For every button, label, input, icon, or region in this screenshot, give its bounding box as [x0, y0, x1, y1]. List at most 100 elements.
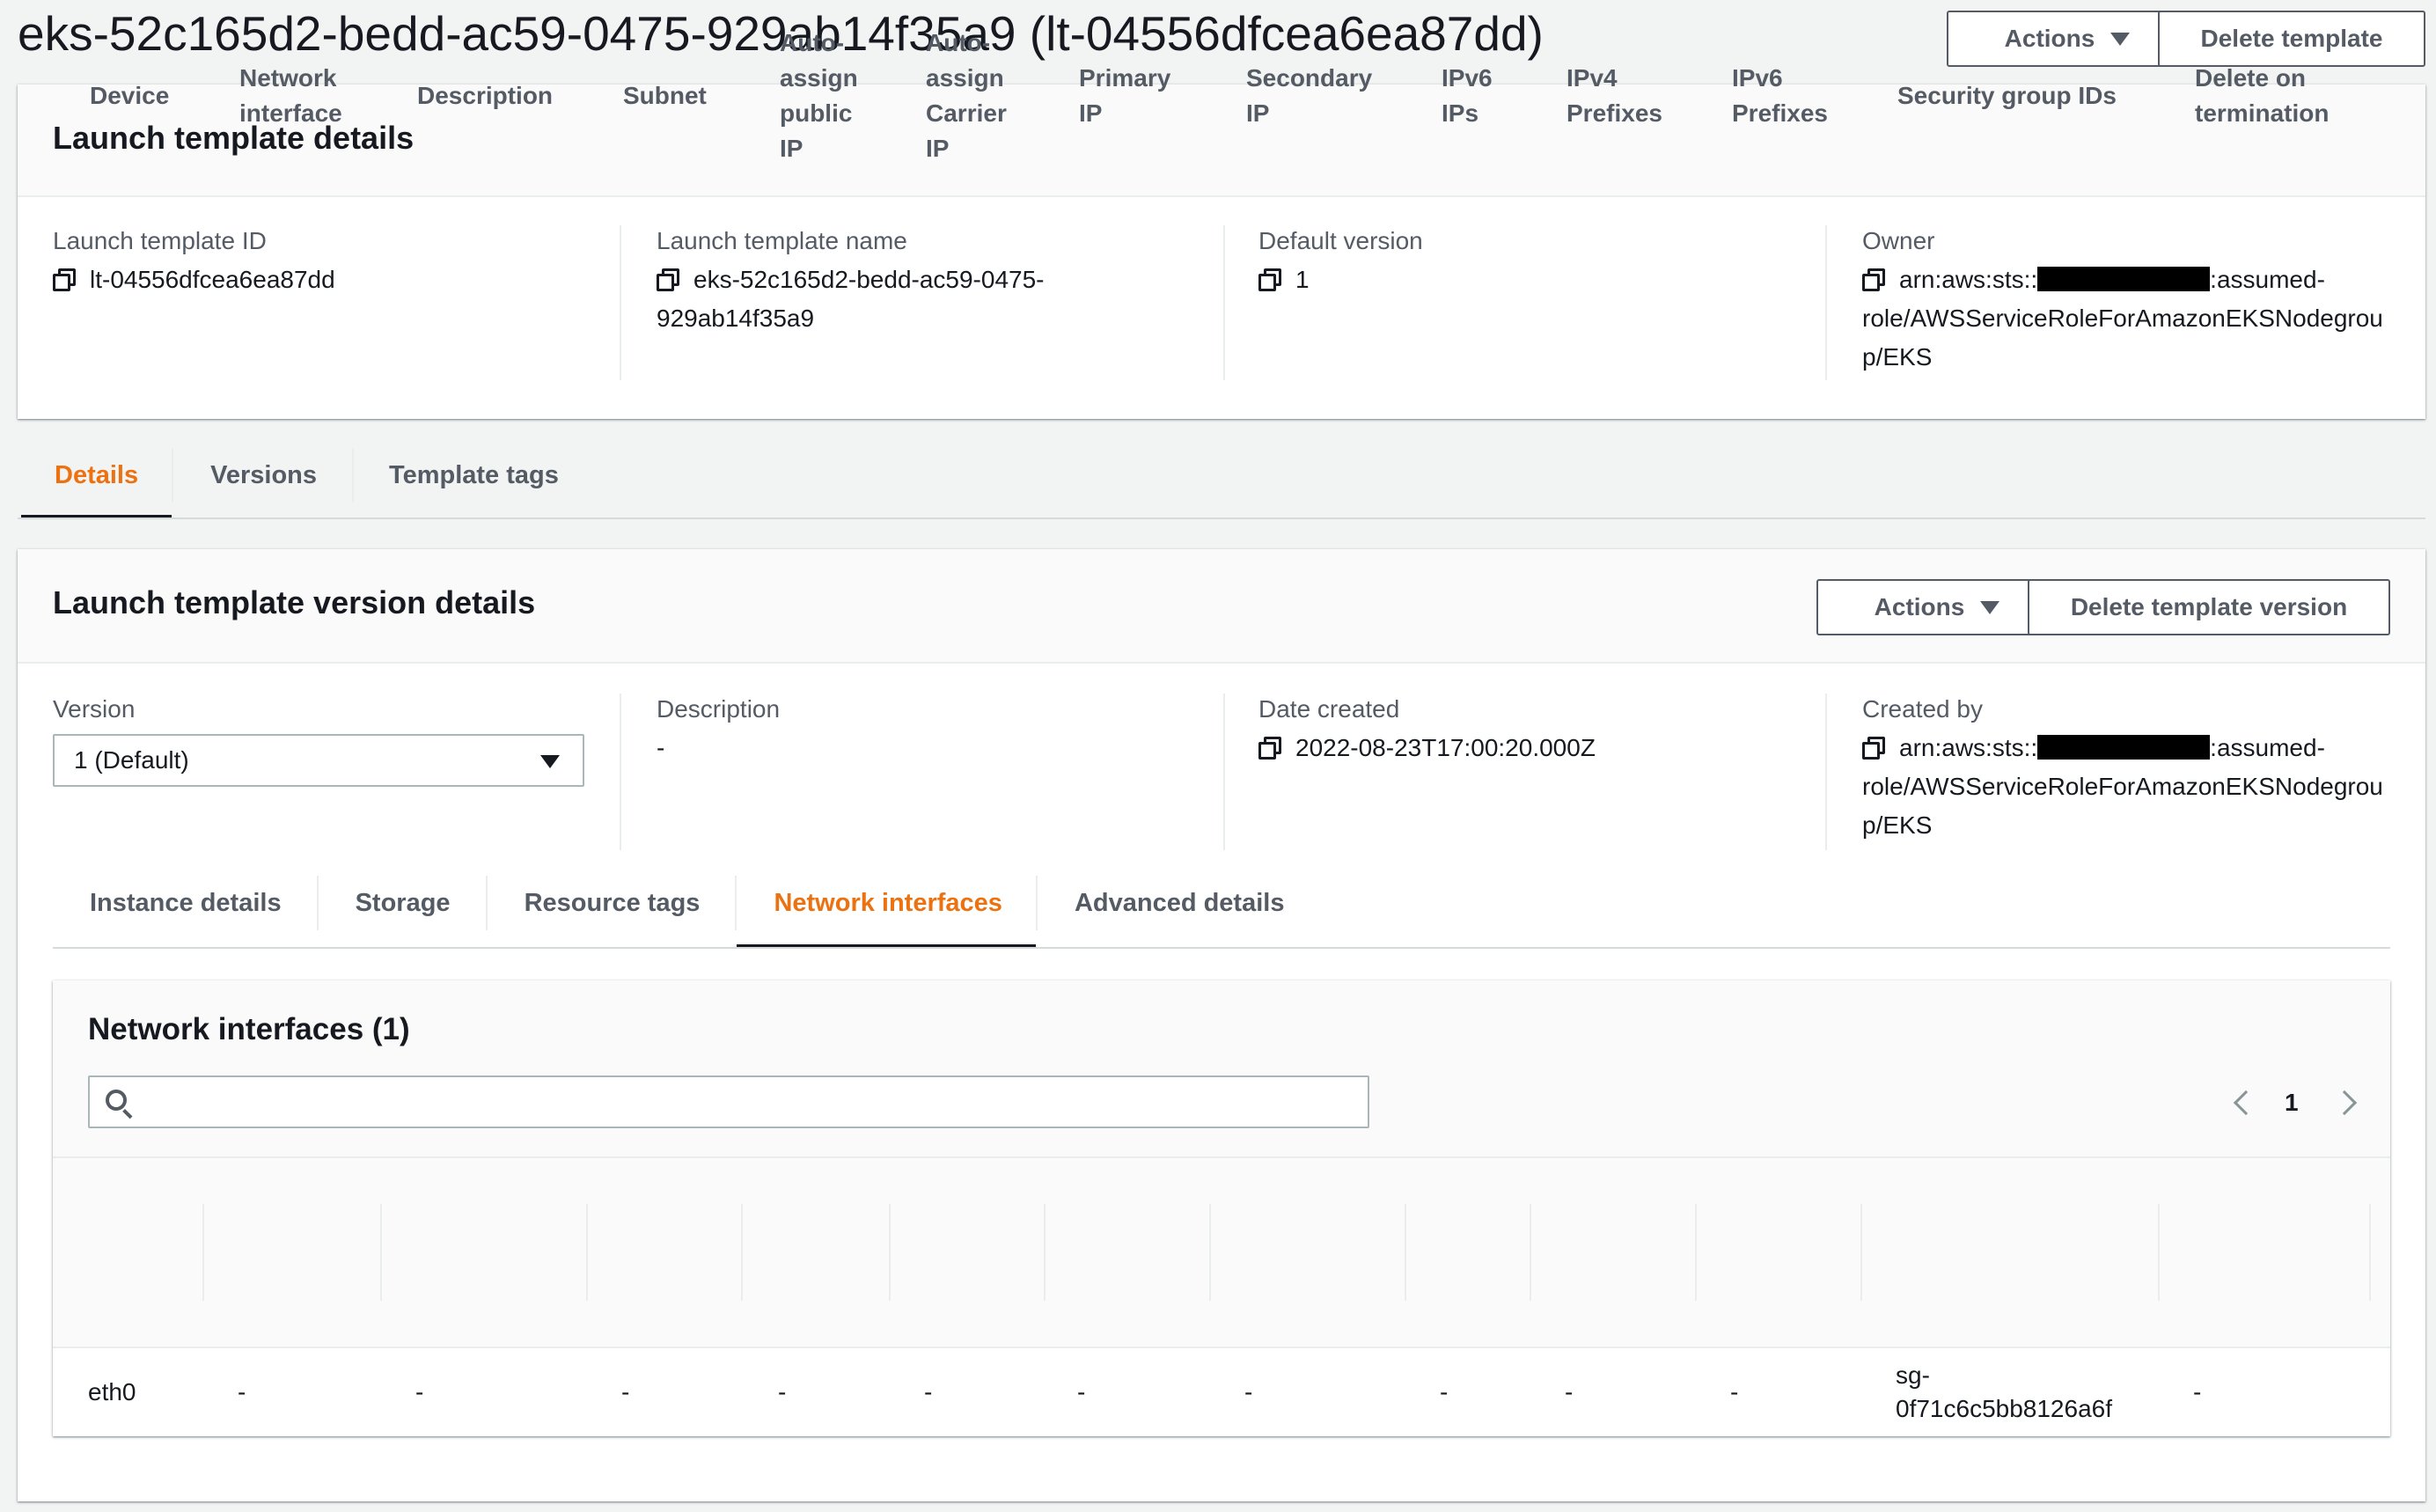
tab-versions[interactable]: Versions [173, 433, 352, 517]
tab-storage[interactable]: Storage [319, 859, 486, 947]
column-header-line: Prefixes [1567, 99, 1662, 127]
pagination: 1 [2230, 1081, 2357, 1125]
column-header-line: IP [1246, 99, 1270, 127]
tab-details[interactable]: Details [21, 433, 172, 519]
tab-network-interfaces[interactable]: Network interfaces [737, 859, 1036, 949]
cell-security-group-ids[interactable]: sg- 0f71c6c5bb8126a6f [1896, 1350, 2112, 1435]
column-separator [1044, 1204, 1046, 1301]
field-label: Launch template ID [53, 227, 267, 254]
field-value: eks-52c165d2-bedd-ac59-0475- 929ab14f35a… [657, 261, 1220, 338]
column-separator [380, 1204, 382, 1301]
column-header-subnet[interactable]: Subnet [623, 0, 707, 192]
copy-icon[interactable] [53, 268, 76, 291]
column-header-network-interface[interactable]: Network interface [239, 0, 342, 192]
field-date-created: Date created 2022-08-23T17:00:20.000Z [1258, 695, 1596, 767]
column-header-line: IPv6 [1732, 64, 1783, 92]
column-header-ipv4-prefixes[interactable]: IPv4 Prefixes [1567, 0, 1662, 192]
cell-auto-assign-carrier-ip: - [924, 1378, 933, 1406]
copy-icon[interactable] [1862, 268, 1885, 291]
tab-instance-details[interactable]: Instance details [53, 859, 317, 947]
tab-template-tags[interactable]: Template tags [354, 433, 594, 517]
sub-tabs-underline [53, 947, 2390, 949]
owner-value: arn:aws:sts:::assumed- role/AWSServiceRo… [1862, 261, 2383, 377]
cell-description: - [415, 1378, 424, 1406]
column-header-line: termination [2195, 99, 2330, 127]
copy-icon[interactable] [1862, 737, 1885, 760]
field-launch-template-name: Launch template name eks-52c165d2-bedd-a… [657, 227, 1220, 338]
field-value: 2022-08-23T17:00:20.000Z [1258, 729, 1596, 767]
launch-template-id-value: lt-04556dfcea6ea87dd [90, 266, 335, 293]
field-label: Launch template name [657, 227, 907, 254]
value-text: arn:aws:sts:: [1899, 734, 2038, 761]
copy-icon[interactable] [657, 268, 679, 291]
value-text: :assumed- [2210, 266, 2325, 293]
table-header [53, 1156, 2390, 1348]
column-header-line: Auto- [780, 29, 845, 56]
column-header-line: assign [780, 64, 858, 92]
version-sub-tabs: Instance details Storage Resource tags N… [53, 859, 1320, 949]
column-separator [889, 1204, 891, 1301]
column-header-secondary-ip[interactable]: Secondary IP [1246, 0, 1372, 192]
column-header-device[interactable]: Device [90, 0, 169, 192]
cell-primary-ip: - [1077, 1378, 1086, 1406]
column-separator [1695, 1204, 1697, 1301]
copy-icon[interactable] [1258, 268, 1281, 291]
version-actions-button[interactable]: Actions [1816, 579, 2058, 635]
search-input[interactable] [88, 1075, 1369, 1128]
column-header-line: public [780, 99, 853, 127]
field-value: arn:aws:sts:::assumed- role/AWSServiceRo… [1862, 261, 2408, 377]
cell-device: eth0 [88, 1378, 136, 1406]
chevron-right-icon[interactable] [2331, 1090, 2357, 1116]
field-label: Description [657, 695, 781, 723]
main-tabs: Details Versions Template tags [21, 433, 594, 519]
cell-ipv4-prefixes: - [1565, 1378, 1574, 1406]
chevron-left-icon[interactable] [2233, 1090, 2259, 1116]
page-number[interactable]: 1 [2285, 1089, 2299, 1117]
column-divider [1223, 225, 1225, 380]
value-text: arn:aws:sts:: [1899, 266, 2038, 293]
column-header-auto-assign-carrier-ip[interactable]: Auto-assign Carrier IP [926, 0, 1007, 192]
value-line: p/EKS [1862, 811, 1933, 839]
column-divider [620, 694, 621, 850]
field-default-version: Default version 1 [1258, 227, 1822, 299]
column-separator [2369, 1204, 2371, 1301]
version-selected-value: 1 (Default) [74, 746, 189, 774]
network-interfaces-title: Network interfaces (1) [88, 1012, 410, 1046]
field-value: 1 [1258, 261, 1822, 299]
version-label: Version [53, 695, 136, 723]
table-header-area [53, 980, 2390, 1156]
version-select[interactable]: 1 (Default) [53, 734, 584, 787]
copy-icon[interactable] [1258, 737, 1281, 760]
tab-advanced-details[interactable]: Advanced details [1038, 859, 1320, 947]
actions-button-label: Actions [1874, 593, 1965, 620]
column-header-line: Security group IDs [1897, 82, 2117, 109]
field-value: lt-04556dfcea6ea87dd [53, 261, 616, 299]
column-separator [586, 1204, 588, 1301]
column-header-ipv6-prefixes[interactable]: IPv6 Prefixes [1732, 0, 1828, 192]
column-header-security-group-ids[interactable]: Security group IDs [1897, 0, 2117, 192]
value-text: :assumed- [2210, 734, 2325, 761]
tab-resource-tags[interactable]: Resource tags [488, 859, 736, 947]
delete-template-version-button[interactable]: Delete template version [2028, 579, 2390, 635]
column-header-line: Subnet [623, 82, 707, 109]
column-header-line: IP [780, 135, 803, 162]
column-header-delete-on-termination[interactable]: Delete on termination [2195, 0, 2329, 192]
value-line: 929ab14f35a9 [657, 305, 815, 332]
column-header-line: Auto- [926, 29, 991, 56]
panel-title: Launch template version details [53, 584, 536, 620]
redacted-block [2037, 735, 2211, 760]
column-header-auto-assign-public-ip[interactable]: Auto-assign public IP [780, 0, 858, 192]
field-label: Owner [1862, 227, 1935, 254]
value-line: role/AWSServiceRoleForAmazonEKSNodegrou [1862, 773, 2383, 800]
column-header-line: IP [1079, 99, 1103, 127]
created-by-value: arn:aws:sts:::assumed- role/AWSServiceRo… [1862, 729, 2383, 845]
column-header-primary-ip[interactable]: Primary IP [1079, 0, 1170, 192]
column-header-description[interactable]: Description [417, 0, 553, 192]
search-icon [106, 1090, 127, 1111]
column-header-line: assign [926, 64, 1004, 92]
field-launch-template-id: Launch template ID lt-04556dfcea6ea87dd [53, 227, 616, 299]
caret-down-icon [1980, 600, 2000, 614]
column-separator [1405, 1204, 1406, 1301]
column-header-ipv6-ips[interactable]: IPv6 IPs [1442, 0, 1493, 192]
column-header-line: Carrier [926, 99, 1007, 127]
